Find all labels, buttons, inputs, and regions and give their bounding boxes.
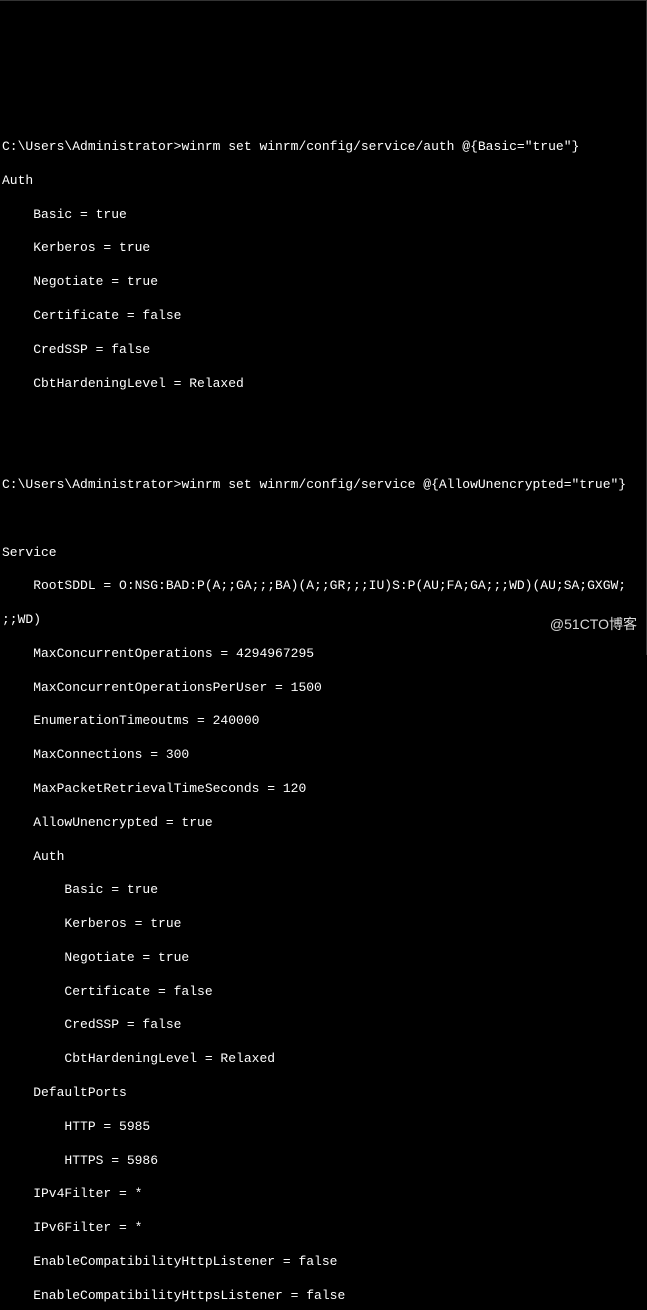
output-service-maxconn: MaxConnections = 300: [2, 747, 645, 764]
output-service-compathttps: EnableCompatibilityHttpsListener = false: [2, 1288, 645, 1305]
terminal-output: C:\Users\Administrator>winrm set winrm/c…: [2, 122, 645, 1310]
output-service-auth-kerberos: Kerberos = true: [2, 916, 645, 933]
command-text: winrm set winrm/config/service/auth @{Ba…: [181, 139, 579, 154]
command-text: winrm set winrm/config/service @{AllowUn…: [181, 477, 626, 492]
blank-line: [2, 511, 645, 528]
output-service-defports-https: HTTPS = 5986: [2, 1153, 645, 1170]
output-service-rootsddl-2: ;;WD): [2, 612, 645, 629]
output-service-defports-header: DefaultPorts: [2, 1085, 645, 1102]
command-line-2: C:\Users\Administrator>winrm set winrm/c…: [2, 477, 645, 494]
output-service-ipv6: IPv6Filter = *: [2, 1220, 645, 1237]
output-service-enumtimeout: EnumerationTimeoutms = 240000: [2, 713, 645, 730]
output-service-rootsddl-1: RootSDDL = O:NSG:BAD:P(A;;GA;;;BA)(A;;GR…: [2, 578, 645, 595]
output-service-allowunenc: AllowUnencrypted = true: [2, 815, 645, 832]
output-service-ipv4: IPv4Filter = *: [2, 1186, 645, 1203]
prompt: C:\Users\Administrator>: [2, 477, 181, 492]
blank-line: [2, 443, 645, 460]
blank-line: [2, 409, 645, 426]
output-service-auth-cbt: CbtHardeningLevel = Relaxed: [2, 1051, 645, 1068]
output-service-auth-negotiate: Negotiate = true: [2, 950, 645, 967]
output-service-compathttp: EnableCompatibilityHttpListener = false: [2, 1254, 645, 1271]
output-service-auth-basic: Basic = true: [2, 882, 645, 899]
output-header-auth: Auth: [2, 173, 645, 190]
output-service-maxpacket: MaxPacketRetrievalTimeSeconds = 120: [2, 781, 645, 798]
output-auth-kerberos: Kerberos = true: [2, 240, 645, 257]
output-service-auth-certificate: Certificate = false: [2, 984, 645, 1001]
output-service-maxconcuser: MaxConcurrentOperationsPerUser = 1500: [2, 680, 645, 697]
command-line-1: C:\Users\Administrator>winrm set winrm/c…: [2, 139, 645, 156]
output-auth-negotiate: Negotiate = true: [2, 274, 645, 291]
output-auth-cbt: CbtHardeningLevel = Relaxed: [2, 376, 645, 393]
watermark-text: @51CTO博客: [550, 615, 637, 633]
output-auth-credssp: CredSSP = false: [2, 342, 645, 359]
output-service-auth-credssp: CredSSP = false: [2, 1017, 645, 1034]
output-service-auth-header: Auth: [2, 849, 645, 866]
prompt: C:\Users\Administrator>: [2, 139, 181, 154]
output-header-service: Service: [2, 545, 645, 562]
output-auth-certificate: Certificate = false: [2, 308, 645, 325]
output-service-maxconcops: MaxConcurrentOperations = 4294967295: [2, 646, 645, 663]
output-service-defports-http: HTTP = 5985: [2, 1119, 645, 1136]
output-auth-basic: Basic = true: [2, 207, 645, 224]
